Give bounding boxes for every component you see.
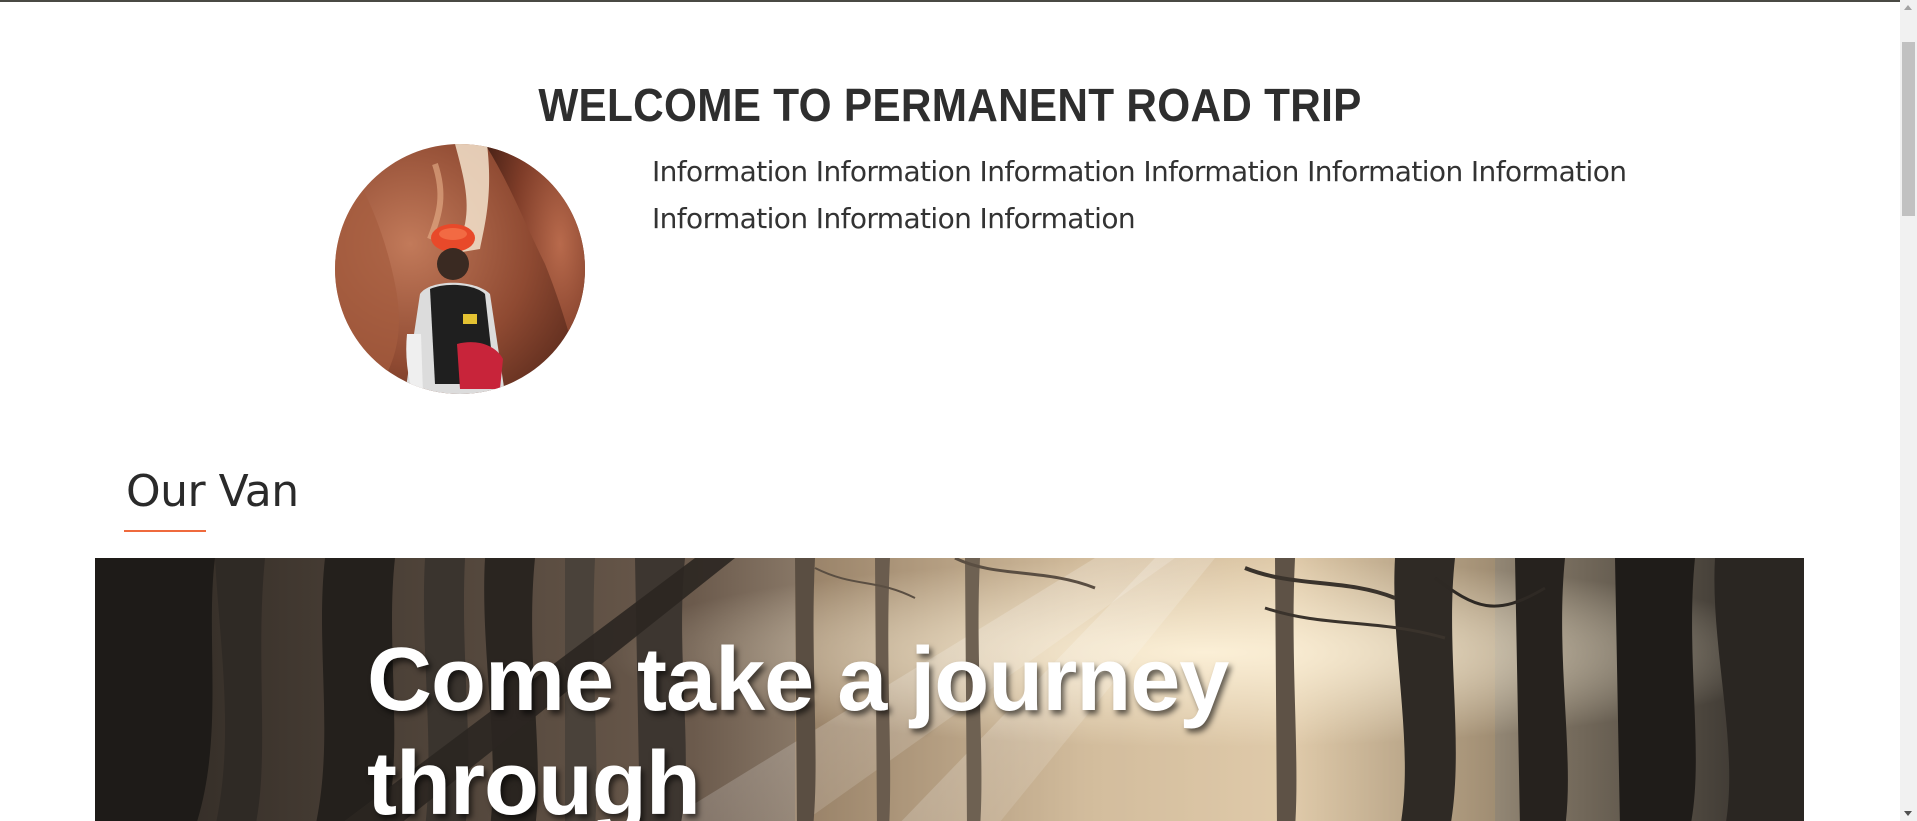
hiker-canyon-image xyxy=(335,144,585,394)
section-title-our-van: Our Van xyxy=(126,466,299,517)
intro-text: Information Information Information Info… xyxy=(652,155,1627,235)
scroll-up-arrow-icon[interactable] xyxy=(1904,5,1912,10)
hero-heading: Come take a journey through xyxy=(367,630,1229,821)
scrollbar-thumb[interactable] xyxy=(1902,42,1915,216)
vertical-scrollbar[interactable] xyxy=(1900,0,1917,821)
hero-banner: Come take a journey through xyxy=(95,558,1804,821)
avatar-photo xyxy=(335,144,585,394)
top-image-edge xyxy=(0,0,1900,2)
scroll-down-arrow-icon[interactable] xyxy=(1904,811,1912,816)
page-title: WELCOME TO PERMANENT ROAD TRIP xyxy=(538,79,1362,131)
page: WELCOME TO PERMANENT ROAD TRIP Informati… xyxy=(0,0,1917,821)
section-title-underline xyxy=(124,530,206,532)
